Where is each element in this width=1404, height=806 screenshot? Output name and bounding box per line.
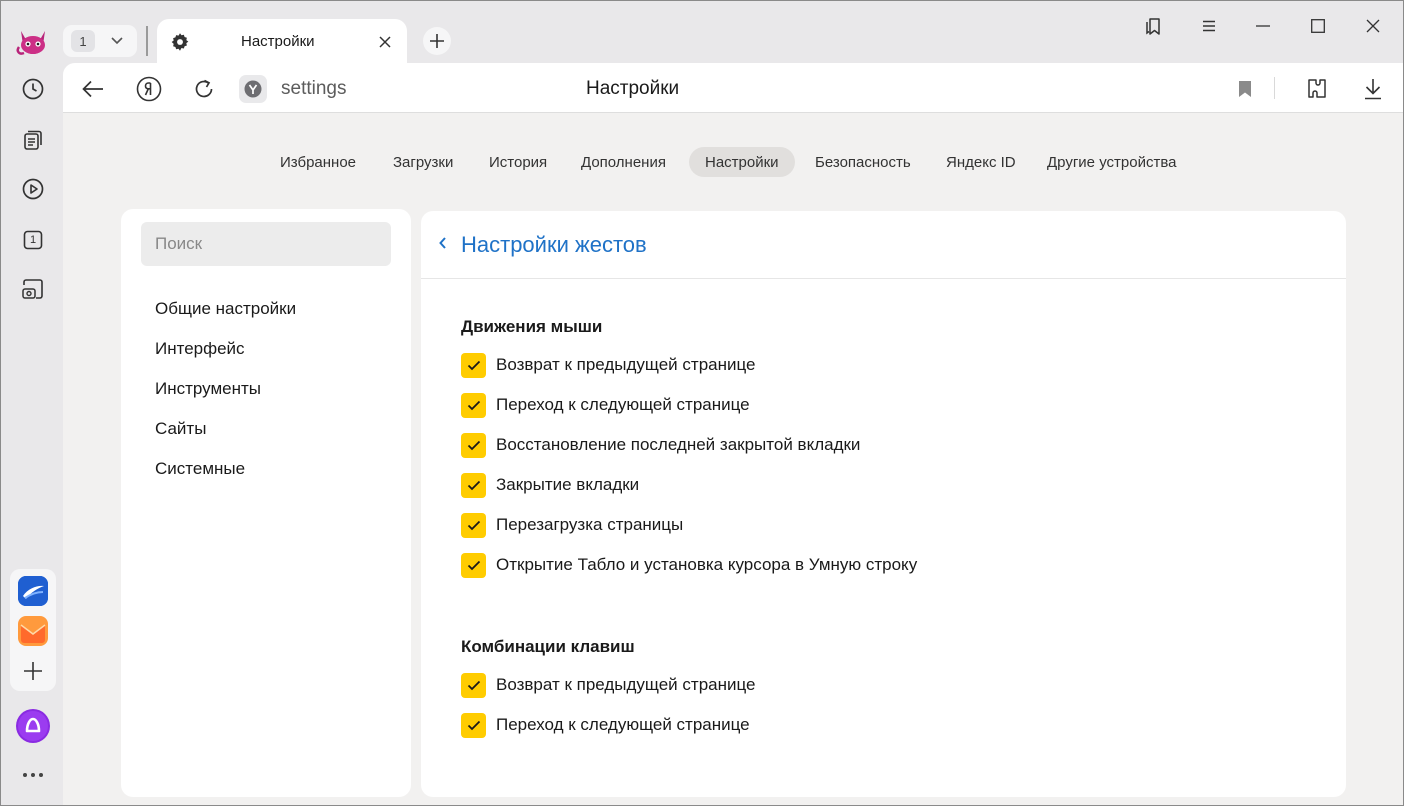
option-label: Возврат к предыдущей странице bbox=[496, 675, 756, 694]
messenger-icon[interactable] bbox=[18, 576, 48, 606]
back-arrow-icon[interactable] bbox=[79, 75, 107, 103]
tab-other-devices[interactable]: Другие устройства bbox=[1031, 147, 1192, 177]
check-icon bbox=[467, 440, 480, 450]
check-icon bbox=[467, 360, 480, 370]
extensions-icon[interactable] bbox=[1303, 75, 1331, 103]
sidebar-item-system[interactable]: Системные bbox=[155, 459, 245, 479]
left-rail: 1 bbox=[1, 1, 63, 805]
chevron-down-icon bbox=[107, 31, 127, 51]
checkbox[interactable] bbox=[461, 392, 486, 418]
option-label: Открытие Табло и установка курсора в Умн… bbox=[496, 555, 918, 574]
check-icon bbox=[467, 480, 480, 490]
plus-icon[interactable] bbox=[18, 656, 48, 686]
screenshot-icon[interactable] bbox=[16, 272, 50, 306]
download-icon[interactable] bbox=[1359, 75, 1387, 103]
tab-divider bbox=[146, 26, 148, 56]
bookmark-icon[interactable] bbox=[1231, 75, 1259, 103]
maximize-icon[interactable] bbox=[1303, 13, 1333, 39]
gesture-option[interactable]: Открытие Табло и установка курсора в Умн… bbox=[461, 552, 917, 578]
tab-count-badge: 1 bbox=[71, 30, 95, 52]
tab-security[interactable]: Безопасность bbox=[799, 147, 927, 177]
bookmarks-panel-icon[interactable] bbox=[1138, 13, 1168, 39]
hotkey-option[interactable]: Переход к следующей странице bbox=[461, 712, 750, 738]
option-label: Переход к следующей странице bbox=[496, 715, 750, 734]
checkbox[interactable] bbox=[461, 352, 486, 378]
check-icon bbox=[467, 720, 480, 730]
option-label: Восстановление последней закрытой вкладк… bbox=[496, 435, 861, 454]
gesture-option[interactable]: Закрытие вкладки bbox=[461, 472, 639, 498]
checkbox[interactable] bbox=[461, 472, 486, 498]
tab-settings[interactable]: Настройки bbox=[689, 147, 795, 177]
tab-group-selector[interactable]: 1 bbox=[63, 25, 137, 57]
checkbox[interactable] bbox=[461, 712, 486, 738]
collections-icon[interactable] bbox=[16, 123, 50, 157]
tab-downloads[interactable]: Загрузки bbox=[377, 147, 469, 177]
checkbox[interactable] bbox=[461, 512, 486, 538]
rail-counter-text: 1 bbox=[29, 234, 37, 246]
gesture-option[interactable]: Возврат к предыдущей странице bbox=[461, 352, 755, 378]
tab-extensions[interactable]: Дополнения bbox=[565, 147, 682, 177]
site-icon[interactable] bbox=[239, 75, 267, 103]
option-label: Возврат к предыдущей странице bbox=[496, 355, 756, 374]
checkbox[interactable] bbox=[461, 432, 486, 458]
history-icon[interactable] bbox=[16, 72, 50, 106]
page-frame: settings Настройки Избранное Загрузки Ис… bbox=[63, 63, 1403, 805]
gesture-option[interactable]: Переход к следующей странице bbox=[461, 392, 750, 418]
yandex-icon[interactable] bbox=[135, 75, 163, 103]
option-label: Перезагрузка страницы bbox=[496, 515, 684, 534]
window-close-icon[interactable] bbox=[1358, 13, 1388, 39]
tab-history[interactable]: История bbox=[473, 147, 563, 177]
menu-icon[interactable] bbox=[1194, 13, 1224, 39]
option-label: Переход к следующей странице bbox=[496, 395, 750, 414]
settings-sidebar: Общие настройки Интерфейс Инструменты Са… bbox=[121, 209, 411, 797]
gear-icon bbox=[169, 31, 191, 53]
option-label: Закрытие вкладки bbox=[496, 475, 640, 494]
panel-title[interactable]: Настройки жестов bbox=[461, 232, 647, 258]
sidebar-item-sites[interactable]: Сайты bbox=[155, 419, 206, 439]
settings-nav: Избранное Загрузки История Дополнения На… bbox=[63, 147, 1403, 177]
close-icon[interactable] bbox=[375, 32, 395, 52]
browser-window: 1 1 Настройки settings Настройки Избранн… bbox=[0, 0, 1404, 806]
gesture-option[interactable]: Восстановление последней закрытой вкладк… bbox=[461, 432, 860, 458]
section-title-mouse: Движения мыши bbox=[461, 317, 603, 336]
sidebar-item-interface[interactable]: Интерфейс bbox=[155, 339, 245, 359]
tab-counter-icon[interactable]: 1 bbox=[16, 223, 50, 257]
new-tab-button[interactable] bbox=[423, 27, 451, 55]
toolbar-divider bbox=[1274, 77, 1275, 99]
checkbox[interactable] bbox=[461, 552, 486, 578]
address-bar: settings Настройки bbox=[63, 63, 1403, 113]
page-title: Настройки bbox=[586, 78, 680, 99]
address-text[interactable]: settings bbox=[281, 78, 346, 100]
tab-favorites[interactable]: Избранное bbox=[264, 147, 372, 177]
tab-settings[interactable]: Настройки bbox=[157, 19, 407, 65]
search-input[interactable] bbox=[141, 222, 391, 266]
app-dock bbox=[10, 569, 56, 691]
section-title-hotkeys: Комбинации клавиш bbox=[461, 637, 635, 656]
reload-icon[interactable] bbox=[190, 75, 218, 103]
check-icon bbox=[467, 520, 480, 530]
tab-yandex-id[interactable]: Яндекс ID bbox=[930, 147, 1032, 177]
minimize-icon[interactable] bbox=[1248, 13, 1278, 39]
tab-title: Настройки bbox=[241, 33, 315, 50]
checkbox[interactable] bbox=[461, 672, 486, 698]
hotkey-option[interactable]: Возврат к предыдущей странице bbox=[461, 672, 755, 698]
chevron-left-icon[interactable] bbox=[437, 235, 451, 255]
check-icon bbox=[467, 560, 480, 570]
sidebar-item-general[interactable]: Общие настройки bbox=[155, 299, 296, 319]
plus-icon bbox=[430, 34, 444, 48]
panel-header: Настройки жестов bbox=[421, 211, 1346, 279]
gesture-option[interactable]: Перезагрузка страницы bbox=[461, 512, 683, 538]
check-icon bbox=[467, 680, 480, 690]
check-icon bbox=[467, 400, 480, 410]
browser-logo-icon[interactable] bbox=[15, 25, 51, 57]
gesture-settings-panel: Настройки жестов Движения мыши Возврат к… bbox=[421, 211, 1346, 797]
play-icon[interactable] bbox=[16, 172, 50, 206]
alice-icon[interactable] bbox=[16, 709, 50, 743]
mail-icon[interactable] bbox=[18, 616, 48, 646]
more-icon[interactable] bbox=[16, 758, 50, 792]
sidebar-item-tools[interactable]: Инструменты bbox=[155, 379, 261, 399]
